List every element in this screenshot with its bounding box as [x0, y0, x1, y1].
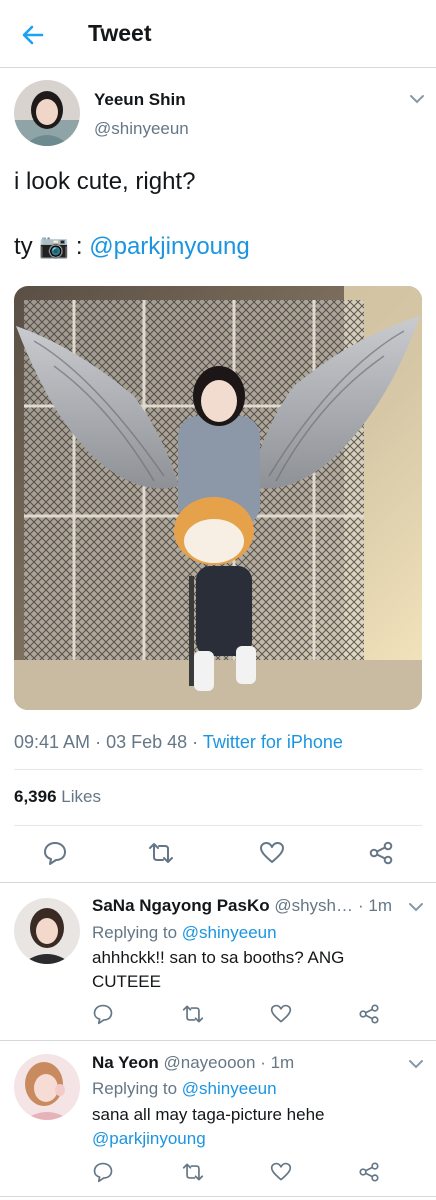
reply-text-line1: ahhhckk!! san to sa booths? ANG	[92, 948, 345, 967]
tweet-text-colon: :	[75, 233, 83, 260]
divider	[0, 1040, 436, 1041]
tweet-photo[interactable]	[14, 286, 422, 710]
share-icon[interactable]	[368, 840, 394, 866]
tweet-text-line2: ty 📷 : @parkjinyoung	[14, 232, 250, 261]
replying-to-link[interactable]: @shinyeeun	[182, 1079, 277, 1098]
replying-to-link[interactable]: @shinyeeun	[182, 923, 277, 942]
tweet-time: 09:41 AM	[14, 732, 91, 752]
reply-avatar[interactable]	[14, 1054, 80, 1120]
reply-text-line2: CUTEEE	[92, 972, 161, 991]
retweet-icon[interactable]	[182, 1161, 204, 1183]
page-title: Tweet	[88, 20, 152, 46]
divider	[0, 1196, 436, 1197]
replying-to-label: Replying to	[92, 1079, 178, 1098]
replying-to-label: Replying to	[92, 923, 178, 942]
tweet-text-line1: i look cute, right?	[14, 168, 196, 195]
author-avatar[interactable]	[14, 80, 80, 146]
reply-header: SaNa Ngayong PasKo @shysh…	[92, 896, 353, 916]
divider	[14, 769, 422, 770]
author-name[interactable]: Yeeun Shin	[94, 90, 186, 110]
tweet-text-prefix: ty	[14, 233, 33, 260]
replying-to-line: Replying to @shinyeeun	[92, 1079, 277, 1099]
tweet-date: 03 Feb 48	[106, 732, 188, 752]
share-icon[interactable]	[358, 1161, 380, 1183]
like-heart-icon[interactable]	[259, 840, 285, 866]
divider	[14, 825, 422, 826]
reply-time: · 1m	[260, 1053, 295, 1072]
replying-to-line: Replying to @shinyeeun	[92, 923, 277, 943]
reply-time: · 1m	[358, 896, 392, 915]
like-heart-icon[interactable]	[270, 1003, 292, 1025]
meta-dot: ·	[192, 732, 199, 752]
camera-flash-emoji: 📷	[39, 233, 70, 260]
reply-header: Na Yeon @nayeooon · 1m	[92, 1053, 294, 1073]
reply-icon[interactable]	[92, 1003, 114, 1025]
likes-count: 6,396	[14, 787, 57, 806]
meta-dot: ·	[95, 732, 102, 752]
divider	[0, 882, 436, 883]
retweet-icon[interactable]	[182, 1003, 204, 1025]
top-bar: Tweet	[0, 0, 436, 68]
chevron-down-icon[interactable]	[408, 1059, 424, 1069]
reply-avatar[interactable]	[14, 898, 80, 964]
reply-text-line1: sana all may taga-picture hehe	[92, 1105, 325, 1124]
like-heart-icon[interactable]	[270, 1161, 292, 1183]
reply-author-name[interactable]: Na Yeon	[92, 1053, 159, 1072]
author-handle[interactable]: @shinyeeun	[94, 119, 189, 139]
tweet-meta: 09:41 AM · 03 Feb 48 · Twitter for iPhon…	[14, 732, 343, 753]
reply-icon[interactable]	[92, 1161, 114, 1183]
chevron-down-icon[interactable]	[409, 94, 425, 104]
reply-author-handle[interactable]: @shysh…	[274, 896, 353, 915]
share-icon[interactable]	[358, 1003, 380, 1025]
reply-mention-link[interactable]: @parkjinyoung	[92, 1129, 206, 1149]
reply-icon[interactable]	[42, 840, 68, 866]
likes-stat[interactable]: 6,396 Likes	[14, 787, 101, 807]
mention-link[interactable]: @parkjinyoung	[89, 233, 249, 260]
likes-label: Likes	[61, 787, 101, 806]
back-arrow-icon[interactable]	[20, 22, 46, 48]
reply-author-handle[interactable]: @nayeooon	[164, 1053, 256, 1072]
tweet-source-link[interactable]: Twitter for iPhone	[203, 732, 343, 752]
reply-author-name[interactable]: SaNa Ngayong PasKo	[92, 896, 270, 915]
retweet-icon[interactable]	[148, 840, 174, 866]
chevron-down-icon[interactable]	[408, 902, 424, 912]
